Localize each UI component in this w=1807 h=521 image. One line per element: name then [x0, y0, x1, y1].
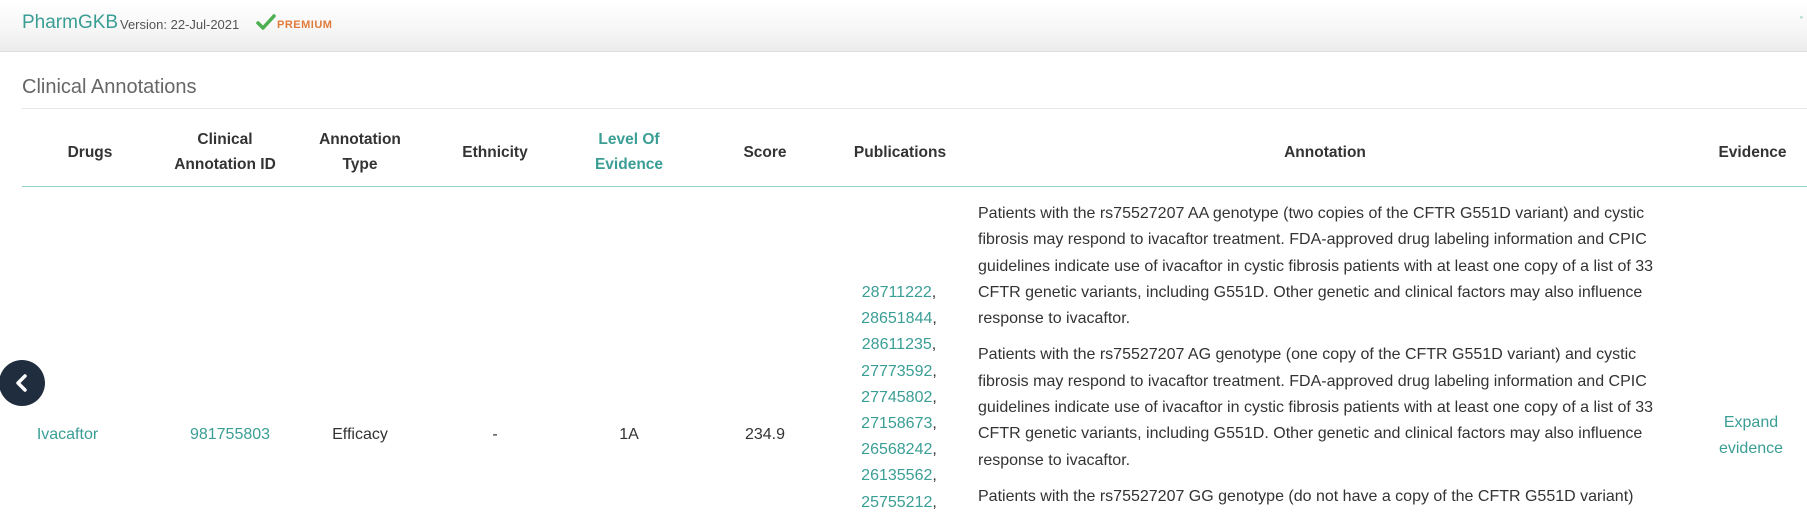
publication-item: 27773592,: [861, 362, 937, 380]
annotation-text: Patients with the rs75527207 AA genotype…: [978, 201, 1673, 520]
annotation-paragraph-aa: Patients with the rs75527207 AA genotype…: [978, 205, 1654, 328]
publication-item: 28711222,: [861, 284, 937, 301]
score-value: 234.9: [744, 426, 786, 443]
publication-item: 27745802,: [861, 388, 937, 406]
column-header-evidence: Evidence: [1718, 143, 1787, 161]
column-header-annotation: Annotation: [1284, 143, 1366, 161]
publication-link[interactable]: 27745802: [861, 389, 932, 406]
expand-evidence-link[interactable]: Expand evidence: [1695, 410, 1807, 462]
top-bar: PharmGKB Version: 22-Jul-2021 PREMIUM ◦: [0, 0, 1807, 52]
check-icon: [256, 14, 276, 30]
publication-item: 25755212,: [861, 493, 937, 511]
publication-link[interactable]: 28651844: [861, 310, 932, 327]
brand-logo-text[interactable]: PharmGKB: [22, 12, 118, 34]
publication-item: 28611235,: [861, 336, 937, 354]
chevron-left-icon: [16, 374, 27, 392]
column-header-clinical-annotation-id: Clinical Annotation ID: [174, 131, 276, 173]
publication-item: 26568242,: [861, 441, 937, 459]
section-divider: [22, 108, 1807, 109]
publication-item: 28651844,: [861, 310, 937, 328]
annotation-paragraph-gg: Patients with the rs75527207 GG genotype…: [978, 487, 1634, 505]
previous-button[interactable]: [0, 360, 45, 406]
premium-label: PREMIUM: [277, 19, 333, 31]
column-header-drugs: Drugs: [67, 143, 113, 161]
publication-link[interactable]: 28611235: [862, 336, 932, 353]
clinical-annotation-id-link[interactable]: 981755803: [160, 420, 300, 450]
publication-link[interactable]: 28711222: [862, 284, 932, 301]
publication-link[interactable]: 27158673: [861, 415, 932, 432]
version-label: Version: 22-Jul-2021: [120, 17, 240, 32]
premium-badge: PREMIUM: [256, 14, 332, 32]
column-header-level-of-evidence[interactable]: Level Of Evidence: [579, 116, 679, 188]
drug-link[interactable]: Ivacaftor: [20, 420, 115, 450]
column-header-annotation-type: Annotation Type: [319, 131, 401, 173]
publications-list: 28711222, 28651844, 28611235, 27773592, …: [851, 280, 947, 516]
corner-indicator-icon: ◦: [1799, 12, 1803, 22]
column-header-ethnicity: Ethnicity: [462, 143, 528, 161]
ethnicity-value: -: [492, 426, 498, 443]
header-divider: [22, 186, 1807, 187]
publication-link[interactable]: 26568242: [861, 441, 932, 458]
publication-link[interactable]: 26135562: [861, 467, 932, 484]
section-title: Clinical Annotations: [22, 76, 197, 98]
publication-item: 27158673,: [861, 415, 937, 433]
annotation-paragraph-ag: Patients with the rs75527207 AG genotype…: [978, 346, 1654, 469]
publication-link[interactable]: 27773592: [861, 363, 932, 380]
publication-link[interactable]: 25755212: [861, 494, 932, 511]
publication-item: 26135562,: [861, 467, 937, 485]
level-of-evidence-value: 1A: [619, 426, 639, 443]
column-header-publications: Publications: [853, 143, 947, 161]
column-header-score: Score: [743, 143, 787, 161]
annotation-type-value: Efficacy: [332, 426, 388, 443]
